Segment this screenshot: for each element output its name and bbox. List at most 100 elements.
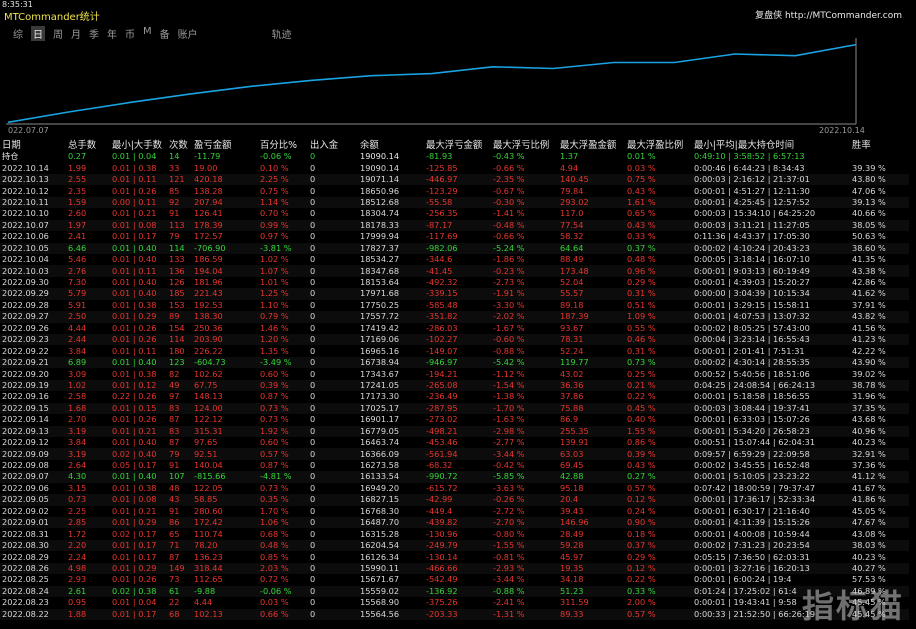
table-row[interactable]: 2022.09.01 2.85 0.01 | 0.29 86 172.42 1.06 % 0… xyxy=(0,517,909,529)
table-cell: 2022.09.29 xyxy=(0,288,66,300)
table-row[interactable]: 2022.10.07 1.97 0.01 | 0.08 113 178.39 0.99 %… xyxy=(0,219,909,232)
table-cell: -1.12 % xyxy=(493,368,525,379)
column-header[interactable]: 最大浮亏金额 xyxy=(424,137,491,151)
table-cell: 146.96 xyxy=(558,517,625,529)
table-row[interactable]: 2022.10.10 2.60 0.01 | 0.21 91 126.41 0.70 % 0… xyxy=(0,208,909,219)
table-row[interactable]: 2022.10.11 1.59 0.00 | 0.11 92 207.94 1.14 % 0… xyxy=(0,196,909,209)
column-header[interactable]: 最大浮亏比例 xyxy=(491,137,558,151)
table-cell: 65 xyxy=(169,528,180,539)
column-header[interactable]: 盈亏金额 xyxy=(192,137,258,151)
table-cell: 0:00:46 | 6:44:23 | 8:34:43 xyxy=(694,162,805,173)
table-cell: 0.73 % xyxy=(260,482,289,493)
table-row[interactable]: 2022.10.14 1.99 0.01 | 0.38 33 19.00 0.10 % 0 1… xyxy=(0,162,909,173)
table-cell: -3.30 % xyxy=(493,299,525,310)
column-header[interactable]: 余额 xyxy=(358,137,424,151)
table-cell: 2022.10.05 xyxy=(0,242,66,254)
table-row[interactable]: 2022.09.07 4.30 0.01 | 0.40 107 -815.66 -4.81… xyxy=(0,471,909,483)
table-row[interactable]: 2022.08.25 2.93 0.01 | 0.26 73 112.65 0.72 % 0… xyxy=(0,574,909,585)
table-cell: 0.87 % xyxy=(260,391,289,402)
column-header[interactable]: 总手数 xyxy=(66,137,110,151)
table-row[interactable]: 2022.10.04 5.46 0.01 | 0.40 133 186.59 1.02 %… xyxy=(0,254,909,265)
column-header[interactable]: 最小|平均|最大持仓时间 xyxy=(692,137,850,151)
table-row[interactable]: 2022.09.08 2.64 0.05 | 0.17 91 140.04 0.87 % 0… xyxy=(0,460,909,471)
column-header[interactable]: 最大浮盈金额 xyxy=(558,137,625,151)
table-row[interactable]: 2022.09.06 3.15 0.01 | 0.38 48 122.05 0.73 % 0… xyxy=(0,483,909,494)
table-row[interactable]: 2022.10.03 2.76 0.01 | 0.11 136 194.04 1.07 %… xyxy=(0,265,909,277)
table-cell: 178.39 xyxy=(192,219,258,232)
table-cell: 0:11:36 | 4:43:37 | 17:05:30 xyxy=(694,231,810,242)
brand-link[interactable]: 复盘侠 http://MTCommander.com xyxy=(755,8,902,21)
table-cell: 17827.37 xyxy=(358,242,424,254)
table-row[interactable]: 2022.08.24 2.61 0.02 | 0.38 61 -9.88 -0.06 % 0… xyxy=(0,585,909,598)
table-row[interactable]: 2022.09.16 2.58 0.22 | 0.26 97 148.13 0.87 % 0… xyxy=(0,391,909,402)
table-row[interactable]: 2022.08.26 4.98 0.01 | 0.29 149 318.44 2.03 %… xyxy=(0,562,909,575)
table-cell: 59.28 xyxy=(558,539,625,552)
summary-row[interactable]: 持仓 0.27 0.01 | 0.04 14 -11.79 -0.06 % 0 19090.1… xyxy=(0,151,909,162)
table-cell: 203.90 xyxy=(192,334,258,346)
table-cell: -1.63 % xyxy=(493,414,525,425)
table-row[interactable]: 2022.09.23 2.44 0.01 | 0.26 114 203.90 1.20 %… xyxy=(0,334,909,346)
table-row[interactable]: 2022.09.02 2.25 0.01 | 0.21 91 280.60 1.70 % 0… xyxy=(0,506,909,517)
column-header[interactable]: 最小|大手数 xyxy=(110,137,167,151)
table-cell: 7.30 xyxy=(68,277,87,288)
table-cell: 0.29 % xyxy=(627,551,656,562)
table-cell: 2022.09.09 xyxy=(0,448,66,460)
table-row[interactable]: 2022.09.26 4.44 0.01 | 0.26 154 250.36 1.46 %… xyxy=(0,323,909,334)
table-cell: 0 xyxy=(308,311,358,323)
column-header[interactable]: 日期 xyxy=(0,137,66,151)
table-row[interactable]: 2022.10.06 2.41 0.01 | 0.17 79 172.57 0.97 % 0… xyxy=(0,231,909,242)
table-row[interactable]: 2022.09.21 6.89 0.01 | 0.40 123 -604.73 -3.49… xyxy=(0,356,909,369)
table-cell: 45.05 % xyxy=(852,505,886,516)
table-row[interactable]: 2022.09.29 5.79 0.01 | 0.40 185 221.43 1.25 %… xyxy=(0,288,909,300)
table-cell: 41.86 % xyxy=(850,494,909,506)
table-cell: 18512.68 xyxy=(358,196,424,209)
table-row[interactable]: 2022.09.30 7.30 0.01 | 0.40 126 181.96 1.01 %… xyxy=(0,277,909,288)
table-row[interactable]: 2022.08.30 2.20 0.01 | 0.17 71 78.20 0.48 % 0 1… xyxy=(0,539,909,552)
watermark-logo: 指标猫 xyxy=(801,587,904,625)
column-header[interactable]: 次数 xyxy=(167,137,192,151)
column-header[interactable]: 最大浮盈比例 xyxy=(625,137,692,151)
table-cell: 0:00:01 | 9:03:13 | 60:19:49 xyxy=(692,265,850,277)
table-cell: 0 xyxy=(308,539,358,552)
table-cell: 0.29 % xyxy=(627,277,656,288)
table-row[interactable]: 2022.09.15 1.68 0.01 | 0.15 83 124.00 0.73 % 0… xyxy=(0,402,909,415)
table-row[interactable]: 2022.08.29 2.24 0.01 | 0.17 87 136.23 0.85 % 0… xyxy=(0,551,909,562)
table-row[interactable]: 2022.09.13 3.19 0.01 | 0.21 83 315.31 1.92 % 0… xyxy=(0,425,909,437)
table-cell: 1.99 xyxy=(68,162,87,173)
table-row[interactable]: 2022.10.05 6.46 0.01 | 0.40 114 -706.90 -3.81… xyxy=(0,242,909,254)
table-row[interactable]: 2022.09.14 2.70 0.01 | 0.26 87 122.12 0.73 % 0… xyxy=(0,414,909,425)
table-cell: 0 xyxy=(310,322,316,333)
table-cell: 0 xyxy=(310,277,316,288)
table-cell: -41.45 xyxy=(424,265,491,277)
table-row[interactable]: 2022.08.23 0.95 0.01 | 0.04 22 4.44 0.03 % 0 15… xyxy=(0,597,909,608)
table-cell: 71 xyxy=(167,539,192,552)
table-row[interactable]: 2022.08.22 1.88 0.01 | 0.17 68 102.13 0.66 % 0… xyxy=(0,608,909,620)
column-header[interactable]: 胜率 xyxy=(850,137,909,151)
table-cell: 0:05:15 | 7:36:50 | 62:03:31 xyxy=(694,551,810,562)
table-cell: 0 xyxy=(310,505,316,516)
table-cell: 0.01 | 0.26 xyxy=(112,574,157,585)
column-header[interactable]: 出入金 xyxy=(308,137,358,151)
table-cell: -136.92 xyxy=(424,585,491,598)
table-row[interactable]: 2022.09.22 3.84 0.01 | 0.11 180 226.22 1.35 %… xyxy=(0,345,909,356)
table-row[interactable]: 2022.08.31 1.72 0.02 | 0.17 65 110.74 0.68 % 0… xyxy=(0,528,909,539)
table-row[interactable]: 2022.10.13 2.55 0.01 | 0.11 121 420.18 2.25 %… xyxy=(0,173,909,186)
table-cell: 91 xyxy=(169,505,180,516)
table-cell: 28.49 xyxy=(560,528,584,539)
table-cell: 181.96 xyxy=(194,277,223,288)
table-cell: 47.67 % xyxy=(850,517,909,529)
table-cell: 3.09 xyxy=(68,368,87,379)
table-cell: -466.66 xyxy=(424,562,491,575)
table-cell: 19090.14 xyxy=(360,151,400,162)
table-cell: 97 xyxy=(169,391,180,402)
table-row[interactable]: 2022.09.09 3.19 0.02 | 0.40 79 92.51 0.57 % 0 1… xyxy=(0,448,909,460)
table-row[interactable]: 2022.09.20 3.09 0.01 | 0.38 82 102.62 0.60 % 0… xyxy=(0,368,909,379)
table-row[interactable]: 2022.09.05 0.73 0.01 | 0.08 43 58.85 0.35 % 0 1… xyxy=(0,494,909,506)
table-row[interactable]: 2022.09.12 3.84 0.01 | 0.40 87 97.65 0.60 % 0 1… xyxy=(0,437,909,448)
table-row[interactable]: 2022.09.19 1.02 0.01 | 0.12 49 67.75 0.39 % 0 1… xyxy=(0,379,909,392)
column-header[interactable]: 百分比% xyxy=(258,137,308,151)
table-row[interactable]: 2022.09.27 2.50 0.01 | 0.29 89 138.30 0.79 % 0… xyxy=(0,311,909,323)
table-cell: 2022.10.11 xyxy=(0,196,66,209)
table-row[interactable]: 2022.09.28 5.91 0.01 | 0.38 153 192.53 1.10 %… xyxy=(0,300,909,311)
table-row[interactable]: 2022.10.12 2.35 0.01 | 0.26 85 138.28 0.75 % 0… xyxy=(0,185,909,196)
